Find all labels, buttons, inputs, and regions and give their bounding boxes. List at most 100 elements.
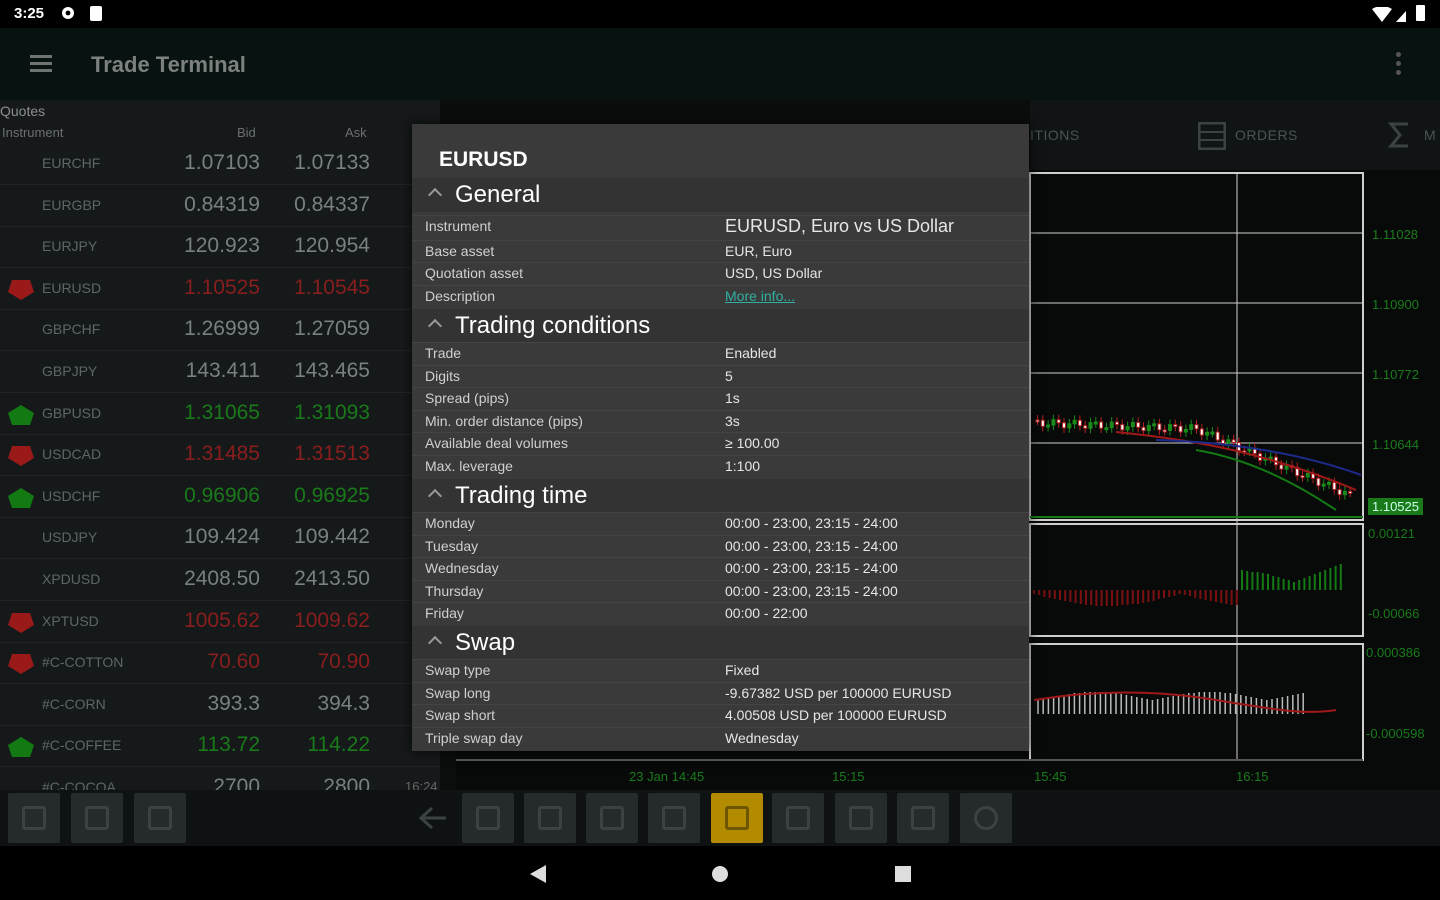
candle [1231, 439, 1236, 444]
tab-positions[interactable]: ITIONS [1030, 127, 1080, 143]
candle [1056, 419, 1061, 424]
quote-row[interactable]: GBPUSD 1.31065 1.31093 [0, 393, 440, 435]
quote-bid: 70.60 [207, 650, 260, 674]
osc1-label: 0.00121 [1368, 526, 1415, 541]
property-value: 00:00 - 23:00, 23:15 - 24:00 [725, 538, 898, 554]
property-value: 5 [725, 368, 733, 384]
plus-icon[interactable] [8, 793, 60, 843]
osc2-label: -0.000598 [1366, 726, 1425, 741]
property-value: 00:00 - 23:00, 23:15 - 24:00 [725, 583, 898, 599]
hamburger-menu-icon[interactable] [30, 55, 52, 73]
back-arrow-icon[interactable] [418, 806, 448, 830]
property-row: Friday 00:00 - 22:00 [412, 602, 1029, 624]
candle [1332, 481, 1337, 491]
property-row: Swap long -9.67382 USD per 100000 EURUSD [412, 682, 1029, 704]
time-label: 15:15 [832, 769, 865, 784]
time-label: 15:45 [1034, 769, 1067, 784]
chart-icon[interactable] [648, 793, 700, 843]
property-key: Trade [425, 345, 462, 361]
tab-more[interactable]: M [1424, 127, 1436, 143]
tab-orders[interactable]: ORDERS [1235, 127, 1298, 143]
quote-row[interactable]: USDJPY 109.424 109.442 [0, 517, 440, 560]
quote-instrument: EURGBP [42, 196, 102, 213]
property-row: Min. order distance (pips) 3s [412, 410, 1029, 432]
quote-row[interactable]: EURGBP 0.84319 0.84337 [0, 185, 440, 227]
quote-bid: 393.3 [207, 691, 260, 715]
quote-row[interactable]: #C-CORN 393.3 394.3 [0, 684, 440, 726]
check-icon[interactable] [462, 793, 514, 843]
instrument-info-dialog: EURUSD General Instrument EURUSD, Euro v… [412, 124, 1029, 751]
property-value: ≥ 100.00 [725, 435, 780, 451]
section-label: Trading conditions [455, 312, 651, 339]
quote-instrument: USDJPY [42, 529, 98, 546]
candle [1157, 423, 1162, 431]
quote-bid: 2408.50 [184, 567, 260, 590]
candle [1077, 419, 1082, 427]
chevron-up-icon [427, 488, 443, 504]
quote-row[interactable]: XPTUSD 1005.62 1009.62 [0, 601, 440, 643]
candle [1194, 424, 1199, 430]
quote-instrument: #C-CORN [42, 695, 106, 712]
orders-tab-icon [1198, 122, 1226, 150]
right-tabs: ITIONS ORDERS M [1030, 100, 1440, 170]
property-row: Digits 5 [412, 365, 1029, 387]
info-circle-icon[interactable] [960, 793, 1012, 843]
quote-row[interactable]: GBPCHF 1.26999 1.27059 [0, 309, 440, 352]
property-row: Description More info... [412, 285, 1029, 307]
property-row: Swap short 4.00508 USD per 100000 EURUSD [412, 704, 1029, 726]
candle [1199, 428, 1204, 436]
quote-instrument: XPDUSD [42, 571, 101, 587]
back-triangle-icon[interactable] [528, 864, 548, 884]
overflow-menu-icon[interactable] [1396, 52, 1402, 79]
section-trading-conditions[interactable]: Trading conditions [412, 309, 1029, 343]
quote-instrument: #C-COTTON [42, 654, 124, 671]
property-key: Friday [425, 605, 464, 621]
property-value: -9.67382 USD per 100000 EURUSD [725, 685, 952, 701]
property-value: EUR, Euro [725, 243, 792, 259]
section-swap[interactable]: Swap [412, 626, 1029, 660]
quote-ask: 1009.62 [294, 608, 370, 632]
quote-row[interactable]: XPDUSD 2408.50 2413.50 [0, 559, 440, 601]
function-icon[interactable] [586, 793, 638, 843]
quote-ask: 109.442 [294, 525, 370, 549]
candle [1178, 425, 1183, 433]
property-key: Digits [425, 368, 461, 384]
quotes-title: Quotes [0, 103, 46, 119]
quote-row[interactable]: USDCHF 0.96906 0.96925 [0, 476, 440, 518]
settings-chart-icon[interactable] [524, 793, 576, 843]
quote-ask: 120.954 [294, 234, 370, 258]
price-label: 1.10644 [1372, 437, 1419, 452]
chevron-up-icon [427, 318, 443, 334]
more-info-link[interactable]: More info... [725, 288, 795, 304]
section-general[interactable]: General [412, 178, 1029, 212]
quote-bid: 1.07103 [184, 151, 260, 174]
quote-row[interactable]: #C-COTTON 70.60 70.90 [0, 642, 440, 685]
active-chart-icon[interactable] [711, 793, 763, 843]
quote-row[interactable]: EURUSD 1.10525 1.10545 [0, 268, 440, 310]
quote-row[interactable]: USDCAD 1.31485 1.31513 [0, 434, 440, 477]
quote-row[interactable]: EURCHF 1.07103 1.07133 [0, 143, 440, 185]
home-circle-icon[interactable] [710, 864, 730, 884]
ruler-icon[interactable] [835, 793, 887, 843]
info-square-icon[interactable] [897, 793, 949, 843]
sigma-tab-icon[interactable] [1388, 122, 1412, 148]
sort-icon[interactable] [134, 793, 186, 843]
list-icon[interactable] [772, 793, 824, 843]
candle [1046, 424, 1051, 428]
chevron-up-icon [427, 187, 443, 203]
candle [1173, 424, 1178, 428]
quote-instrument: EURJPY [42, 238, 98, 255]
candle [1083, 425, 1088, 429]
candle [1136, 421, 1141, 428]
pencil-icon[interactable] [71, 793, 123, 843]
quote-row[interactable]: GBPJPY 143.411 143.465 [0, 351, 440, 393]
property-key: Monday [425, 515, 475, 531]
section-trading-time[interactable]: Trading time [412, 479, 1029, 513]
recents-square-icon[interactable] [893, 864, 913, 884]
quote-ask: 1.07133 [294, 151, 370, 174]
column-header-bid: Bid [237, 125, 256, 140]
dialog-title: EURUSD [439, 148, 528, 171]
quote-row[interactable]: #C-COFFEE 113.72 114.22 [0, 725, 440, 768]
quote-row[interactable]: EURJPY 120.923 120.954 [0, 226, 440, 269]
candle [1327, 481, 1331, 485]
